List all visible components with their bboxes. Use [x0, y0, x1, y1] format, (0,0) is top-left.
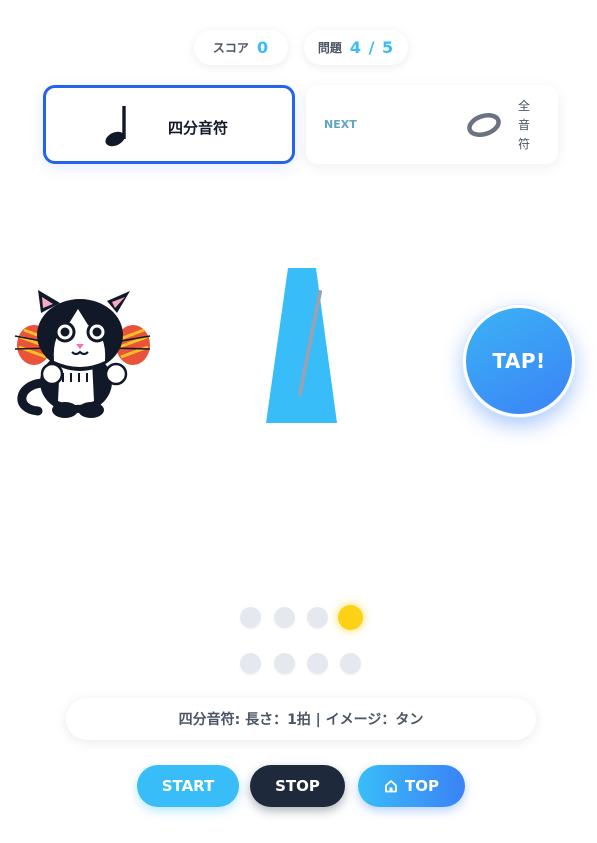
next-note-name: 全 音 符 [516, 97, 532, 154]
note-info-text: 四分音符: 長さ：1拍 | イメージ：タン [178, 712, 424, 728]
beat-dot [306, 652, 328, 674]
beat-dot [306, 606, 328, 628]
metronome-icon [266, 268, 337, 423]
home-icon [385, 780, 397, 793]
beat-dot [273, 652, 295, 674]
cat-mascot-icon [14, 290, 151, 418]
beat-dot [239, 652, 261, 674]
next-note-char: 全 [517, 99, 530, 113]
beat-dot [239, 606, 261, 628]
quarter-note-icon [105, 106, 126, 147]
question-value: 4 / 5 [349, 38, 395, 57]
top-button[interactable]: TOP [358, 765, 465, 807]
stop-button[interactable]: STOP [250, 765, 345, 807]
next-note-char: 符 [517, 137, 530, 151]
start-button[interactable]: START [137, 765, 239, 807]
score-pill: スコア 0 [194, 30, 288, 65]
whole-note-icon [467, 113, 501, 137]
tap-button[interactable]: TAP! [463, 305, 575, 417]
beat-dot-active [337, 604, 363, 630]
current-note-card: 四分音符 [43, 85, 295, 164]
question-pill: 問題 4 / 5 [304, 30, 408, 65]
beat-dot [273, 606, 295, 628]
beat-dot [339, 652, 361, 674]
next-label: NEXT [324, 118, 357, 131]
current-note-name: 四分音符 [168, 119, 229, 137]
stop-label: STOP [275, 777, 320, 795]
start-label: START [161, 777, 215, 795]
score-value: 0 [256, 38, 270, 57]
question-label: 問題 [317, 41, 342, 55]
next-note-card: NEXT 全 音 符 [306, 85, 558, 164]
note-info-bar: 四分音符: 長さ：1拍 | イメージ：タン [66, 698, 536, 740]
next-note-char: 音 [517, 118, 530, 132]
score-label: スコア [212, 41, 249, 55]
top-label: TOP [405, 777, 439, 795]
